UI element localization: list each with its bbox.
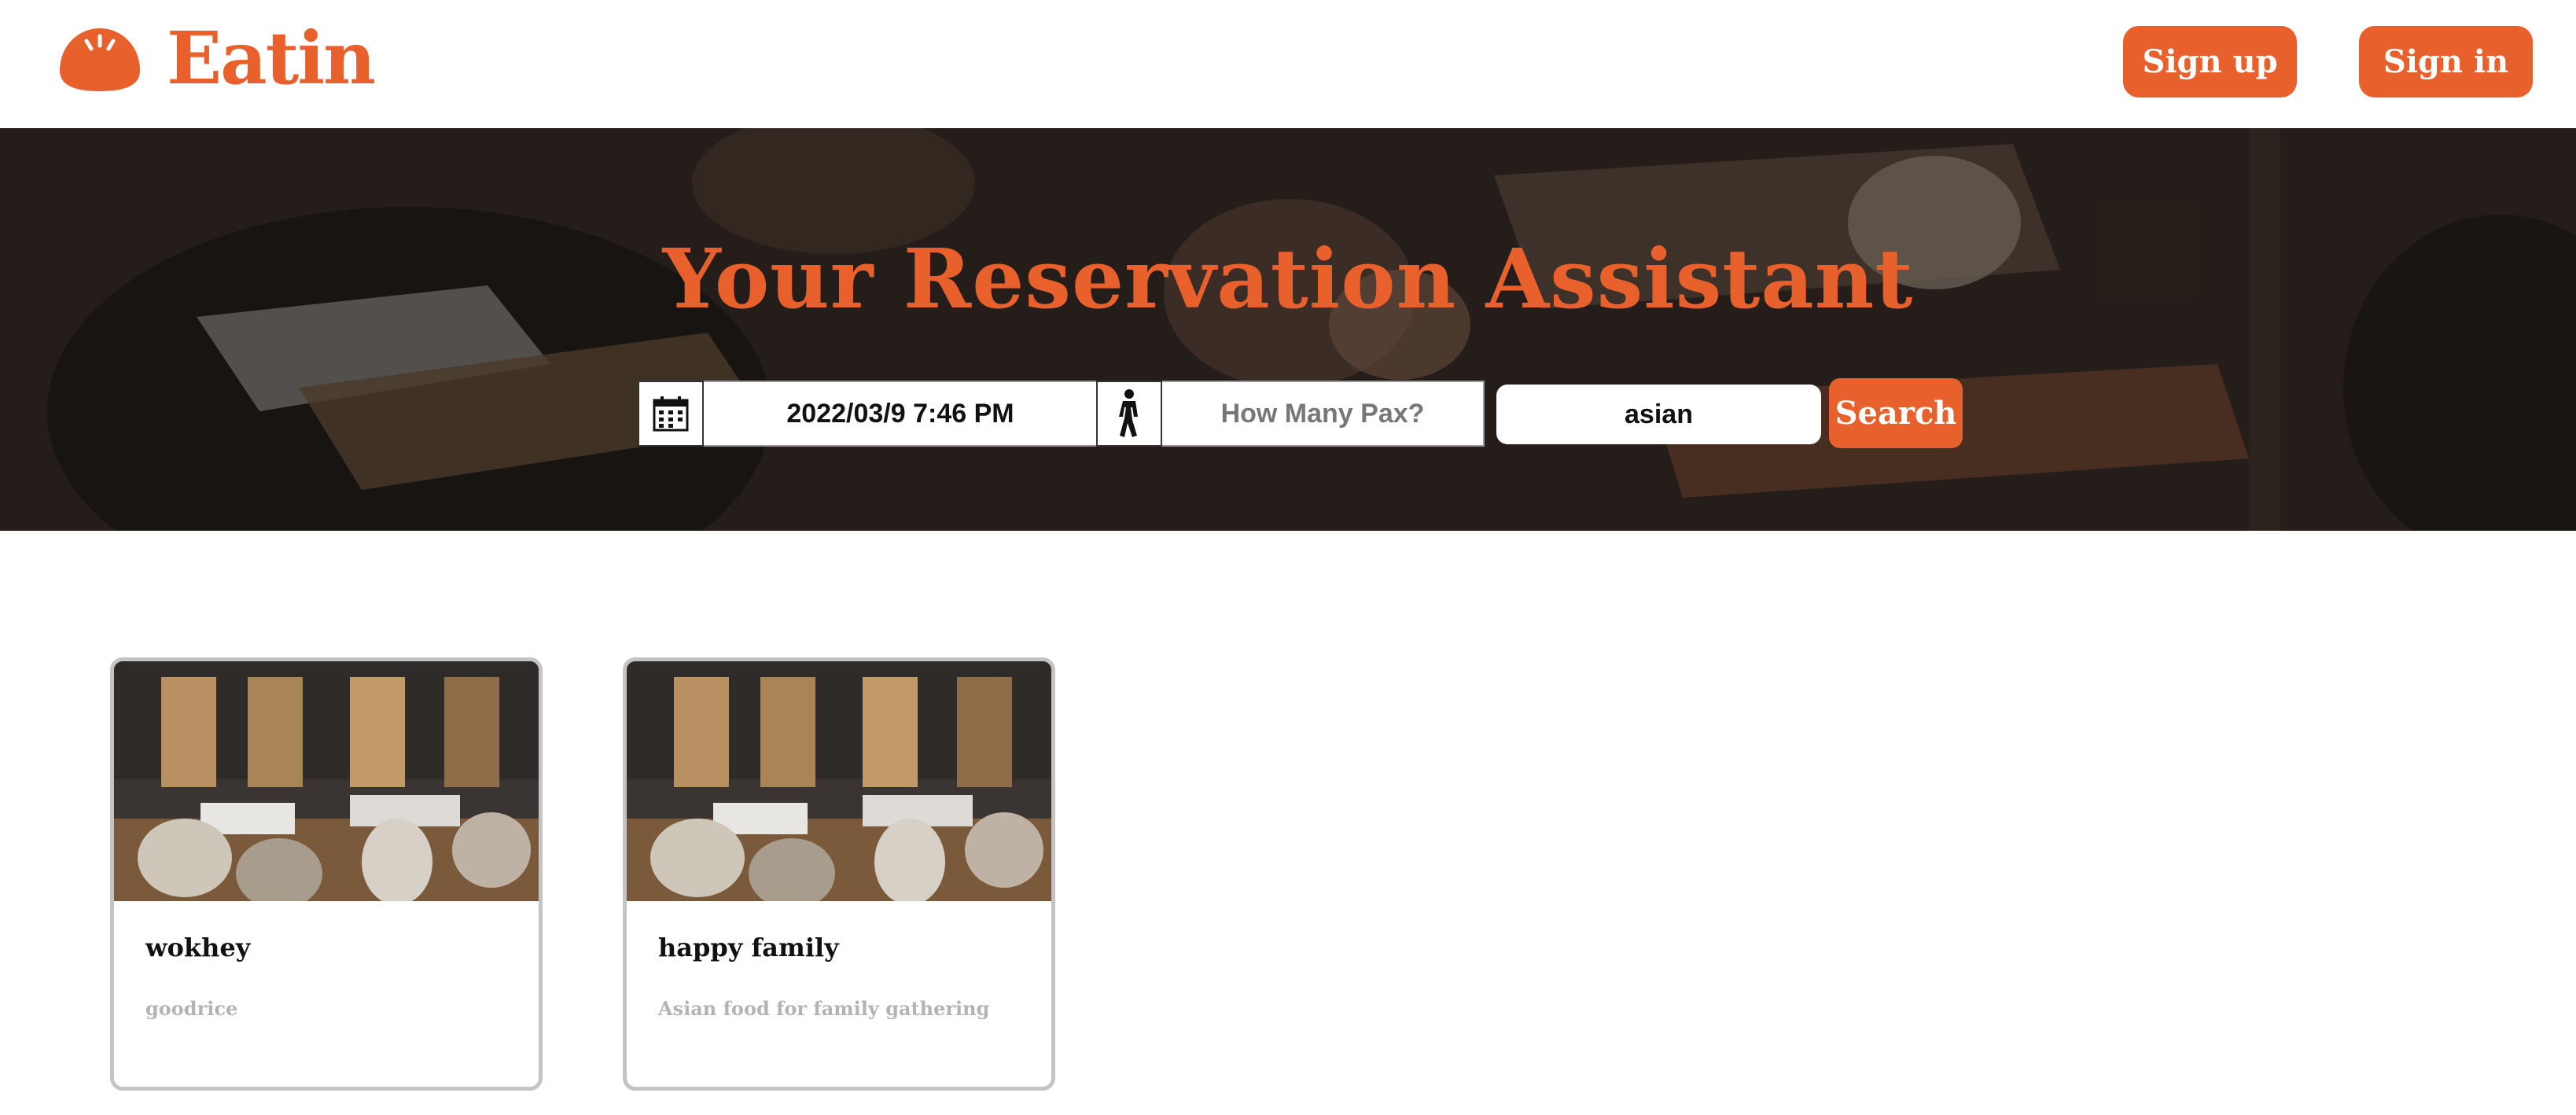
pax-input[interactable]: How Many Pax?: [1162, 381, 1485, 447]
restaurant-name: happy family: [658, 933, 839, 962]
restaurant-photo: [627, 661, 1051, 901]
calendar-icon[interactable]: [638, 381, 704, 447]
top-navbar: Eatin Sign up Sign in: [0, 0, 2576, 128]
hero-banner: Your Reservation Assistant 2022/03/9 7:4…: [0, 128, 2576, 531]
walking-person-icon[interactable]: [1096, 381, 1162, 447]
date-time-picker[interactable]: 2022/03/9 7:46 PM: [638, 381, 1098, 447]
restaurant-photo: [114, 661, 539, 901]
sign-up-button[interactable]: Sign up: [2123, 26, 2297, 98]
pax-picker[interactable]: How Many Pax?: [1096, 381, 1485, 447]
search-button[interactable]: Search: [1829, 378, 1963, 448]
restaurant-card[interactable]: happy family Asian food for family gathe…: [623, 657, 1055, 1091]
hero-overlay: [0, 128, 2576, 531]
brand-logo[interactable]: Eatin: [55, 16, 376, 101]
sign-in-button[interactable]: Sign in: [2359, 26, 2533, 98]
bun-icon: [60, 28, 140, 91]
restaurant-description: Asian food for family gathering: [658, 997, 990, 1020]
restaurant-card[interactable]: wokhey goodrice: [110, 657, 543, 1091]
search-input[interactable]: asian: [1496, 385, 1821, 444]
brand-name: Eatin: [167, 16, 376, 101]
restaurant-name: wokhey: [145, 933, 251, 962]
hero-title: Your Reservation Assistant: [662, 230, 1914, 327]
restaurant-description: goodrice: [145, 997, 238, 1020]
date-time-input[interactable]: 2022/03/9 7:46 PM: [704, 381, 1098, 447]
